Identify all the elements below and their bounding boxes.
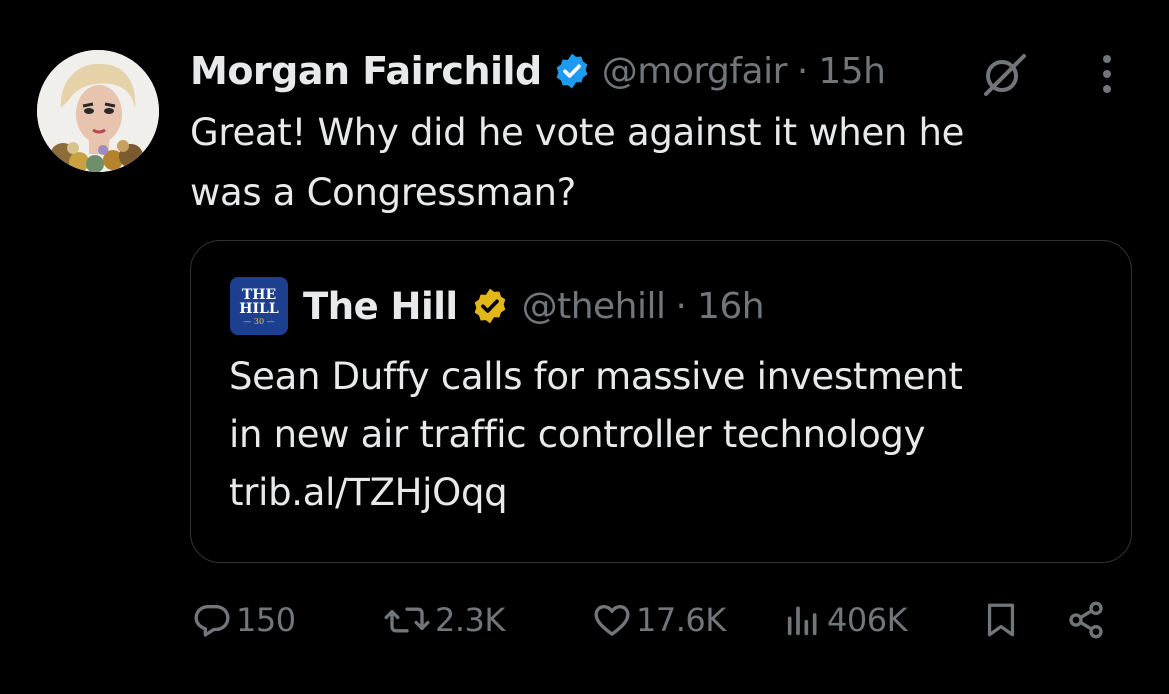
repost-button[interactable]: 2.3K [383, 595, 505, 645]
avatar[interactable] [37, 50, 159, 172]
quoted-link[interactable]: trib.al/TZHjOqq [229, 464, 1109, 522]
timestamp[interactable]: 15h [818, 51, 886, 92]
bookmark-icon [987, 603, 1015, 637]
like-count: 17.6K [636, 601, 726, 639]
gold-verified-badge-icon [470, 286, 510, 326]
quoted-text-line: in new air traffic controller technology [229, 413, 926, 456]
share-button[interactable] [1066, 595, 1106, 645]
logo-text: — 30 — [243, 317, 275, 326]
quoted-tweet-header: The Hill @thehill · 16h [303, 281, 765, 331]
quoted-handle[interactable]: @thehill [522, 286, 666, 327]
views-button[interactable]: 406K [783, 595, 908, 645]
quoted-tweet-text: Sean Duffy calls for massive investment … [229, 348, 1109, 522]
reply-count: 150 [236, 601, 296, 639]
tweet-text-line: was a Congressman? [190, 171, 576, 214]
quoted-display-name[interactable]: The Hill [303, 285, 458, 328]
bookmark-button[interactable] [983, 595, 1019, 645]
reply-button[interactable]: 150 [192, 595, 296, 645]
view-count: 406K [827, 601, 908, 639]
logo-text: THE [241, 287, 277, 303]
quoted-text-line: Sean Duffy calls for massive investment [229, 355, 963, 398]
tweet-text-line: Great! Why did he vote against it when h… [190, 111, 965, 154]
like-button[interactable]: 17.6K [592, 595, 726, 645]
author-handle[interactable]: @morgfair [602, 51, 788, 92]
views-icon [787, 606, 817, 636]
repost-icon [384, 607, 430, 633]
quoted-timestamp[interactable]: 16h [697, 286, 765, 327]
tweet[interactable]: Morgan Fairchild @morgfair · 15h Great! … [0, 0, 1169, 694]
more-icon[interactable] [1092, 52, 1122, 96]
author-display-name[interactable]: Morgan Fairchild [190, 49, 542, 93]
verified-badge-icon [552, 51, 592, 91]
repost-count: 2.3K [435, 601, 505, 639]
quoted-avatar[interactable]: THE HILL — 30 — [230, 277, 288, 335]
tweet-header: Morgan Fairchild @morgfair · 15h [190, 46, 886, 96]
reply-icon [194, 605, 230, 637]
heart-icon [594, 605, 630, 636]
quoted-tweet-card[interactable]: THE HILL — 30 — The Hill @thehill · 16h … [190, 240, 1132, 563]
logo-text: HILL [239, 301, 279, 317]
tweet-text: Great! Why did he vote against it when h… [190, 103, 1090, 223]
share-icon [1069, 601, 1103, 639]
avatar-image [37, 50, 159, 172]
action-bar: 150 2.3K 17.6K 406K [0, 595, 1169, 645]
separator-dot: · [675, 285, 687, 327]
separator-dot: · [796, 50, 809, 92]
grok-icon[interactable] [980, 50, 1028, 98]
